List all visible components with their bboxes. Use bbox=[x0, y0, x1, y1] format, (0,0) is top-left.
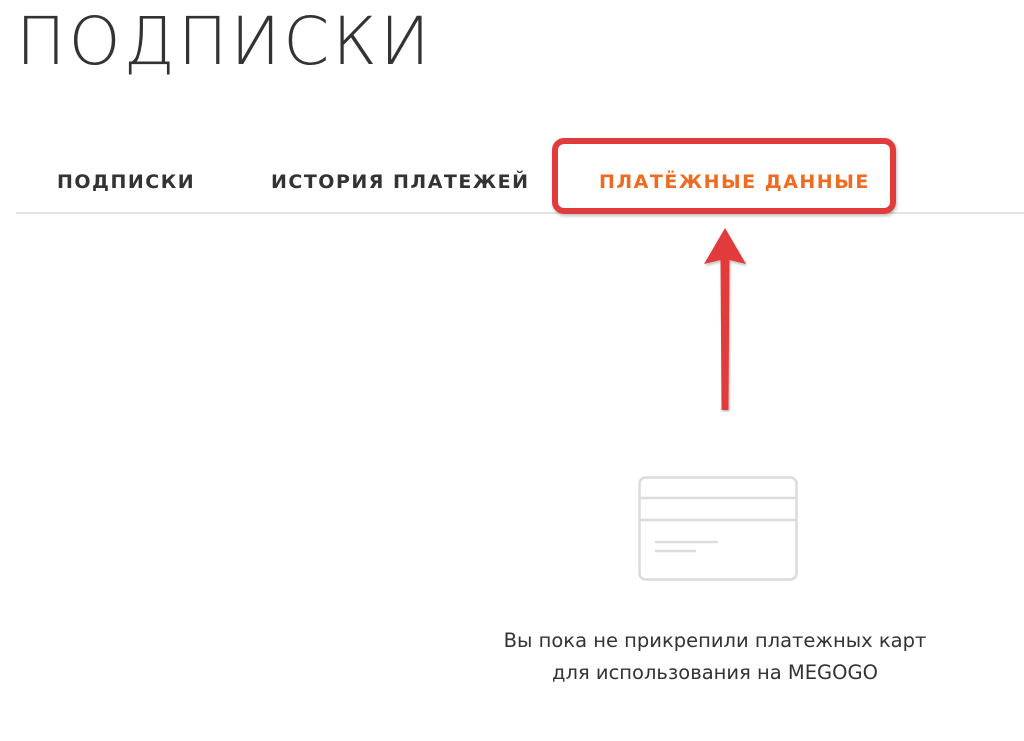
empty-state-line-2: для использования на MEGOGO bbox=[552, 661, 878, 684]
tab-payment-history[interactable]: ИСТОРИЯ ПЛАТЕЖЕЙ bbox=[271, 170, 530, 194]
empty-state-message: Вы пока не прикрепили платежных карт для… bbox=[440, 625, 990, 689]
credit-card-icon bbox=[638, 476, 798, 581]
annotation-arrow-icon bbox=[704, 228, 746, 410]
subscriptions-page: ПОДПИСКИ ПОДПИСКИ ИСТОРИЯ ПЛАТЕЖЕЙ ПЛАТЁ… bbox=[0, 0, 1024, 741]
tab-subscriptions[interactable]: ПОДПИСКИ bbox=[57, 170, 195, 194]
page-title: ПОДПИСКИ bbox=[16, 3, 433, 80]
tab-payment-details[interactable]: ПЛАТЁЖНЫЕ ДАННЫЕ bbox=[599, 170, 870, 194]
tab-bar: ПОДПИСКИ ИСТОРИЯ ПЛАТЕЖЕЙ ПЛАТЁЖНЫЕ ДАНН… bbox=[16, 140, 1024, 214]
empty-state-line-1: Вы пока не прикрепили платежных карт bbox=[503, 629, 927, 652]
